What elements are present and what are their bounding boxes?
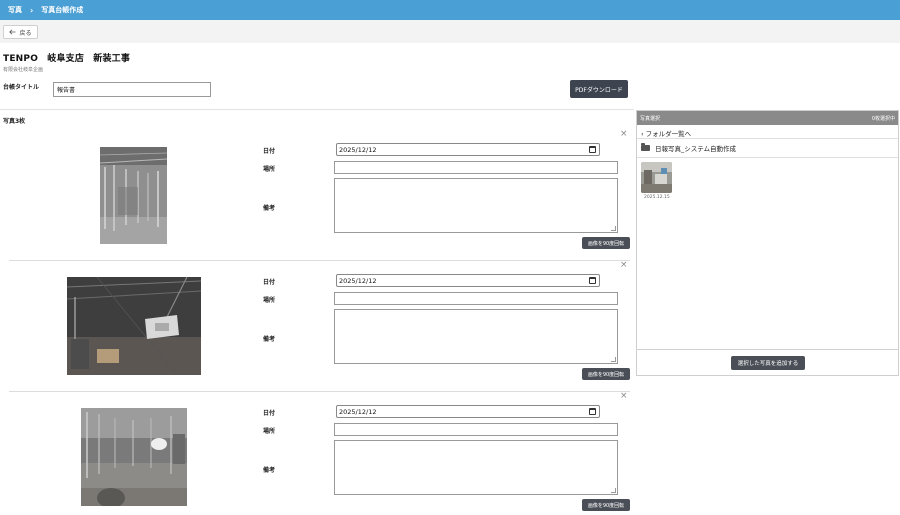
- breadcrumb-root[interactable]: 写真: [8, 5, 22, 15]
- date-input[interactable]: 2025/12/12: [336, 143, 600, 156]
- divider: [637, 138, 898, 139]
- note-textarea[interactable]: [334, 440, 618, 495]
- date-input[interactable]: 2025/12/12: [336, 274, 600, 287]
- calendar-icon[interactable]: [589, 408, 596, 415]
- selected-count: 0枚選択中: [871, 115, 895, 122]
- folder-name: 日報写真_システム自動作成: [655, 145, 737, 153]
- date-value: 2025/12/12: [339, 276, 377, 285]
- back-button[interactable]: 戻る: [3, 25, 38, 39]
- date-label: 日付: [263, 148, 276, 155]
- close-icon[interactable]: ×: [620, 261, 628, 270]
- resize-handle-icon[interactable]: [611, 226, 616, 231]
- resize-handle-icon[interactable]: [611, 488, 616, 493]
- panel-header: 写真選択 0枚選択中: [637, 111, 898, 125]
- folder-back-link[interactable]: ‹ フォルダ一覧へ: [641, 128, 691, 138]
- place-label: 場所: [263, 297, 276, 304]
- divider: [637, 157, 898, 158]
- photo-image: [99, 147, 168, 244]
- thumbnail-date: 2025.12.15: [644, 195, 670, 200]
- resize-handle-icon[interactable]: [611, 357, 616, 362]
- date-label: 日付: [263, 410, 276, 417]
- ledger-title-label: 台帳タイトル: [3, 84, 40, 91]
- photo-thumbnail[interactable]: [641, 162, 672, 193]
- back-button-label: 戻る: [19, 29, 32, 37]
- note-textarea[interactable]: [334, 309, 618, 364]
- rotate-90-button[interactable]: 画像を90度回転: [582, 237, 630, 249]
- pdf-download-button[interactable]: PDFダウンロード: [570, 80, 628, 98]
- calendar-icon[interactable]: [589, 277, 596, 284]
- arrow-left-icon: [9, 29, 16, 35]
- photo-entry: × 日付 2025/12/12 場所 備考 画像を90度回転: [0, 130, 634, 258]
- divider: [637, 349, 898, 350]
- date-value: 2025/12/12: [339, 145, 377, 154]
- divider: [0, 109, 634, 110]
- place-input[interactable]: [334, 292, 618, 305]
- photo-image: [81, 408, 187, 508]
- place-label: 場所: [263, 166, 276, 173]
- note-label: 備考: [263, 467, 276, 474]
- date-input[interactable]: 2025/12/12: [336, 405, 600, 418]
- chevron-right-icon: ›: [30, 5, 34, 15]
- calendar-icon[interactable]: [589, 146, 596, 153]
- ledger-title-input[interactable]: [53, 82, 211, 97]
- place-input[interactable]: [334, 423, 618, 436]
- note-label: 備考: [263, 205, 276, 212]
- folder-item[interactable]: 日報写真_システム自動作成: [641, 143, 736, 153]
- photo-entry: × 日付 2025/12/12 場所 備考 画像を90度回転: [0, 392, 634, 515]
- rotate-90-button[interactable]: 画像を90度回転: [582, 368, 630, 380]
- breadcrumb: 写真 › 写真台帳作成: [0, 0, 900, 20]
- photo-image: [66, 276, 202, 376]
- place-label: 場所: [263, 428, 276, 435]
- place-input[interactable]: [334, 161, 618, 174]
- panel-title: 写真選択: [640, 115, 661, 122]
- photo-count: 写真3枚: [3, 118, 26, 125]
- date-value: 2025/12/12: [339, 407, 377, 416]
- toolbar: 戻る: [0, 20, 900, 43]
- folder-icon: [641, 143, 650, 151]
- page-title: TENPO 岐阜支店 新装工事: [3, 54, 131, 64]
- note-textarea[interactable]: [334, 178, 618, 233]
- company-name: 有限会社岐阜企画: [3, 67, 44, 73]
- close-icon[interactable]: ×: [620, 130, 628, 139]
- breadcrumb-current: 写真台帳作成: [41, 6, 84, 14]
- photo-entry: × 日付 2025/12/12 場所 備考 画像を90度回転: [0, 261, 634, 389]
- photo-select-panel: 写真選択 0枚選択中 ‹ フォルダ一覧へ 日報写真_システム自動作成 2025.…: [636, 110, 899, 376]
- close-icon[interactable]: ×: [620, 392, 628, 401]
- date-label: 日付: [263, 279, 276, 286]
- add-selected-photos-button[interactable]: 選択した写真を追加する: [731, 356, 805, 370]
- rotate-90-button[interactable]: 画像を90度回転: [582, 499, 630, 511]
- note-label: 備考: [263, 336, 276, 343]
